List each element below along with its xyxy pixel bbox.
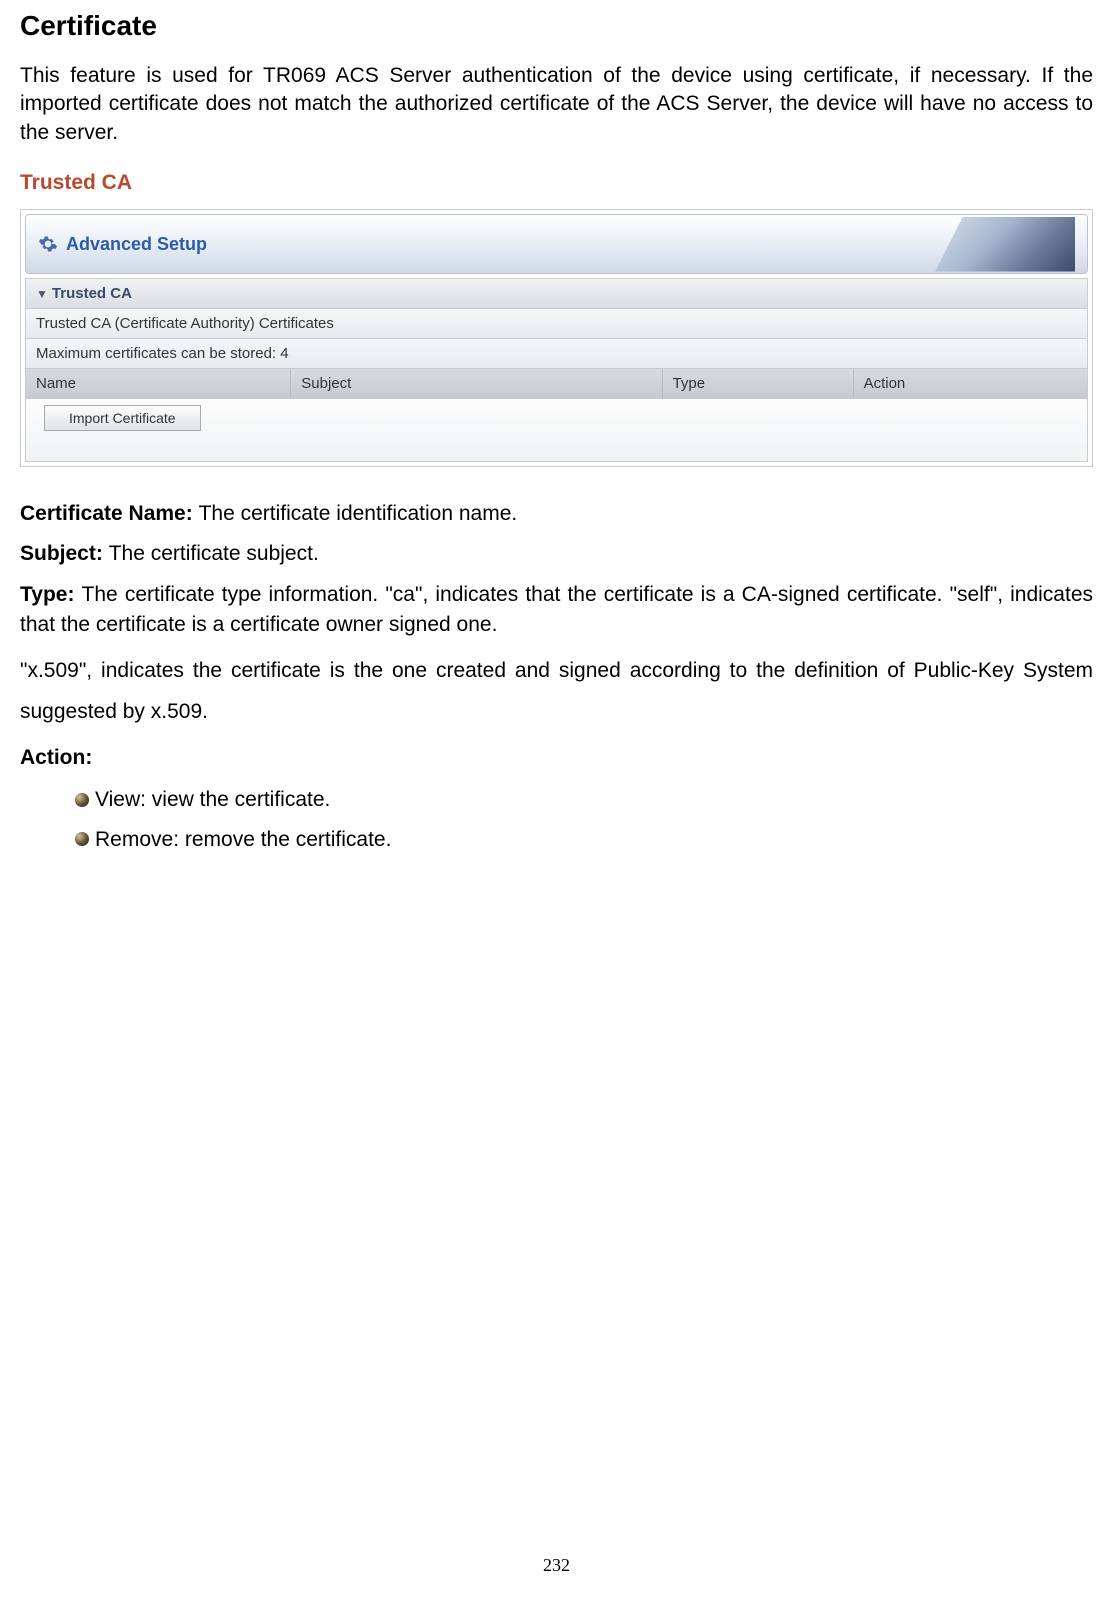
info-row-ca-title: Trusted CA (Certificate Authority) Certi… [25,309,1088,339]
definition-cert-name: Certificate Name: The certificate identi… [20,499,1093,529]
action-list: View: view the certificate. Remove: remo… [75,783,1093,856]
text-subject: The certificate subject. [109,542,319,565]
bullet-icon [75,832,89,846]
action-item-remove-text: Remove: remove the certificate. [95,823,391,857]
column-header-name: Name [26,369,291,398]
button-row: Import Certificate [25,399,1088,462]
header-device-graphic [935,217,1075,272]
action-item-view: View: view the certificate. [75,783,1093,817]
definition-action: Action: [20,743,1093,773]
label-action: Action: [20,746,92,769]
section-bar-trusted-ca[interactable]: ▼ Trusted CA [25,278,1088,309]
label-subject: Subject: [20,542,109,565]
definition-subject: Subject: The certificate subject. [20,539,1093,569]
header-left: Advanced Setup [38,234,207,255]
definition-x509: "x.509", indicates the certificate is th… [20,651,1093,733]
column-header-type: Type [663,369,854,398]
screenshot-panel: Advanced Setup ▼ Trusted CA Trusted CA (… [20,209,1093,467]
screenshot-header: Advanced Setup [25,214,1088,274]
bullet-icon [75,793,89,807]
column-header-subject: Subject [291,369,662,398]
column-header-action: Action [854,369,1087,398]
section-bar-label: Trusted CA [52,285,132,302]
import-certificate-button[interactable]: Import Certificate [44,405,201,431]
page-number: 232 [543,1555,570,1576]
chevron-down-icon: ▼ [36,287,48,301]
definition-type: Type: The certificate type information. … [20,580,1093,641]
text-type: The certificate type information. "ca", … [20,583,1093,636]
label-type: Type: [20,583,82,606]
page-title: Certificate [20,10,1093,42]
intro-paragraph: This feature is used for TR069 ACS Serve… [20,62,1093,147]
header-title: Advanced Setup [66,234,207,255]
table-header-row: Name Subject Type Action [25,369,1088,399]
gear-icon [38,234,58,254]
info-row-max-certs: Maximum certificates can be stored: 4 [25,339,1088,369]
action-item-remove: Remove: remove the certificate. [75,823,1093,857]
text-cert-name: The certificate identification name. [199,502,518,525]
section-heading-trusted-ca: Trusted CA [20,171,1093,195]
action-item-view-text: View: view the certificate. [95,783,330,817]
label-cert-name: Certificate Name: [20,502,199,525]
